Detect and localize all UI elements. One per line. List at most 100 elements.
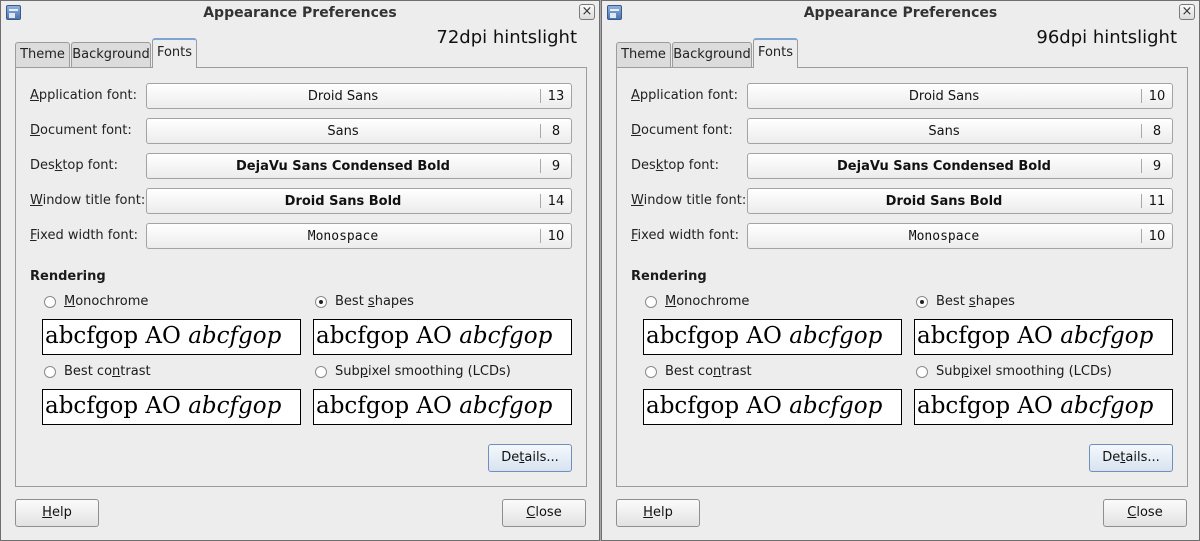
font-size: 10 <box>547 229 565 244</box>
font-row: Application font: Droid Sans 13 <box>30 83 572 109</box>
font-picker-button[interactable]: DejaVu Sans Condensed Bold 9 <box>747 153 1173 179</box>
tab-fonts[interactable]: Fonts <box>152 38 197 68</box>
tab-background[interactable]: Background <box>71 42 151 68</box>
close-window-icon[interactable]: × <box>1179 4 1195 20</box>
rendering-option-label: Best shapes <box>335 294 414 309</box>
rendering-option-label-pre: Sub <box>936 364 961 379</box>
font-picker-button[interactable]: Monospace 10 <box>747 223 1173 249</box>
font-label-post: ixed width font: <box>637 228 740 243</box>
rendering-sample[interactable]: abcfgop AO abcfgop <box>643 319 902 355</box>
font-size: 10 <box>1148 229 1166 244</box>
font-size: 13 <box>547 89 565 104</box>
tab-background[interactable]: Background <box>672 42 752 68</box>
radio-button[interactable] <box>315 296 327 308</box>
font-picker-button[interactable]: Droid Sans Bold 14 <box>146 188 572 214</box>
font-size: 9 <box>1152 159 1162 174</box>
font-label-post: top font: <box>62 158 118 173</box>
details-button[interactable]: Details... <box>488 444 572 472</box>
rendering-sample[interactable]: abcfgop AO abcfgop <box>914 319 1173 355</box>
radio-button[interactable] <box>916 296 928 308</box>
font-picker-button[interactable]: Sans 8 <box>747 118 1173 144</box>
font-label: Document font: <box>30 123 132 138</box>
font-row: Application font: Droid Sans 10 <box>631 83 1173 109</box>
rendering-sample[interactable]: abcfgop AO abcfgop <box>914 389 1173 425</box>
details-button-label-post: ails... <box>524 450 559 465</box>
radio-button[interactable] <box>44 366 56 378</box>
sample-italic: abcfgop <box>1060 323 1154 349</box>
rendering-sample[interactable]: abcfgop AO abcfgop <box>313 389 572 425</box>
font-label-post: ocument font: <box>40 123 132 138</box>
close-button[interactable]: Close <box>502 499 586 527</box>
rendering-heading: Rendering <box>30 269 106 284</box>
font-label-post: indow title font: <box>643 193 747 208</box>
window-title: Appearance Preferences <box>203 5 397 21</box>
radio-button[interactable] <box>315 366 327 378</box>
radio-button[interactable] <box>645 366 657 378</box>
rendering-option-label: Subpixel smoothing (LCDs) <box>936 364 1112 379</box>
rendering-option-label: Best contrast <box>665 364 752 379</box>
rendering-sample[interactable]: abcfgop AO abcfgop <box>42 389 301 425</box>
font-size: 11 <box>1148 194 1166 209</box>
font-label: Application font: <box>30 88 137 103</box>
close-window-icon[interactable]: × <box>579 4 595 20</box>
font-picker-button[interactable]: Droid Sans 10 <box>747 83 1173 109</box>
font-label-post: pplication font: <box>38 88 138 103</box>
font-name: Monospace <box>307 229 379 244</box>
font-name: DejaVu Sans Condensed Bold <box>236 159 450 174</box>
sample-italic: abcfgop <box>789 323 883 349</box>
details-button-label-post: ails... <box>1125 450 1160 465</box>
radio-button[interactable] <box>916 366 928 378</box>
sample-text: abcfgop AO <box>917 393 1061 419</box>
font-picker-button[interactable]: Monospace 10 <box>146 223 572 249</box>
rendering-option-label-mnemonic: p <box>960 364 970 379</box>
details-button-label-pre: De <box>501 450 520 465</box>
help-button-label-mnemonic: H <box>643 505 653 520</box>
radio-button[interactable] <box>645 296 657 308</box>
close-button[interactable]: Close <box>1103 499 1187 527</box>
help-button[interactable]: Help <box>616 499 700 527</box>
sample-italic: abcfgop <box>789 393 883 419</box>
font-label: Application font: <box>631 88 738 103</box>
details-button[interactable]: Details... <box>1089 444 1173 472</box>
font-name: Droid Sans Bold <box>885 194 1003 209</box>
sample-italic: abcfgop <box>459 323 553 349</box>
rendering-option-label: Best shapes <box>936 294 1015 309</box>
dpi-label: 72dpi hintslight <box>436 27 577 48</box>
font-picker-button[interactable]: DejaVu Sans Condensed Bold 9 <box>146 153 572 179</box>
font-size: 9 <box>551 159 561 174</box>
font-label-mnemonic: W <box>30 193 43 208</box>
font-name: Sans <box>928 124 960 139</box>
font-label: Window title font: <box>30 193 145 208</box>
font-picker-button[interactable]: Sans 8 <box>146 118 572 144</box>
font-label-mnemonic: D <box>631 123 642 138</box>
details-button-label-pre: De <box>1102 450 1121 465</box>
help-button-label-post: elp <box>51 505 72 520</box>
rendering-sample[interactable]: abcfgop AO abcfgop <box>643 389 902 425</box>
font-label-mnemonic: A <box>631 88 640 103</box>
font-picker-button[interactable]: Droid Sans 13 <box>146 83 572 109</box>
rendering-option-label-post: onochrome <box>75 294 149 309</box>
font-label-post: ocument font: <box>641 123 733 138</box>
font-label-post: top font: <box>663 158 719 173</box>
font-name: DejaVu Sans Condensed Bold <box>837 159 1051 174</box>
fonts-panel: Application font: Droid Sans 13 Document fo… <box>15 67 587 487</box>
rendering-sample[interactable]: abcfgop AO abcfgop <box>313 319 572 355</box>
title-bar: Appearance Preferences × <box>602 1 1199 25</box>
sample-text: abcfgop AO <box>45 393 189 419</box>
help-button[interactable]: Help <box>15 499 99 527</box>
radio-button[interactable] <box>44 296 56 308</box>
rendering-option-label-post: ixel smoothing (LCDs) <box>368 364 511 379</box>
font-label: Window title font: <box>631 193 746 208</box>
sample-italic: abcfgop <box>1060 393 1154 419</box>
tab-theme[interactable]: Theme <box>616 42 671 68</box>
rendering-option-label-pre: Best co <box>665 364 714 379</box>
rendering-sample[interactable]: abcfgop AO abcfgop <box>42 319 301 355</box>
tab-fonts[interactable]: Fonts <box>753 38 798 68</box>
appearance-window-72dpi: Appearance Preferences × 72dpi hintslight T… <box>0 0 600 541</box>
rendering-option-label-mnemonic: s <box>367 294 375 309</box>
font-row: Window title font: Droid Sans Bold 11 <box>631 188 1173 214</box>
tab-theme[interactable]: Theme <box>15 42 70 68</box>
font-picker-button[interactable]: Droid Sans Bold 11 <box>747 188 1173 214</box>
close-button-label-mnemonic: C <box>1127 505 1137 520</box>
close-button-label-post: lose <box>535 505 562 520</box>
